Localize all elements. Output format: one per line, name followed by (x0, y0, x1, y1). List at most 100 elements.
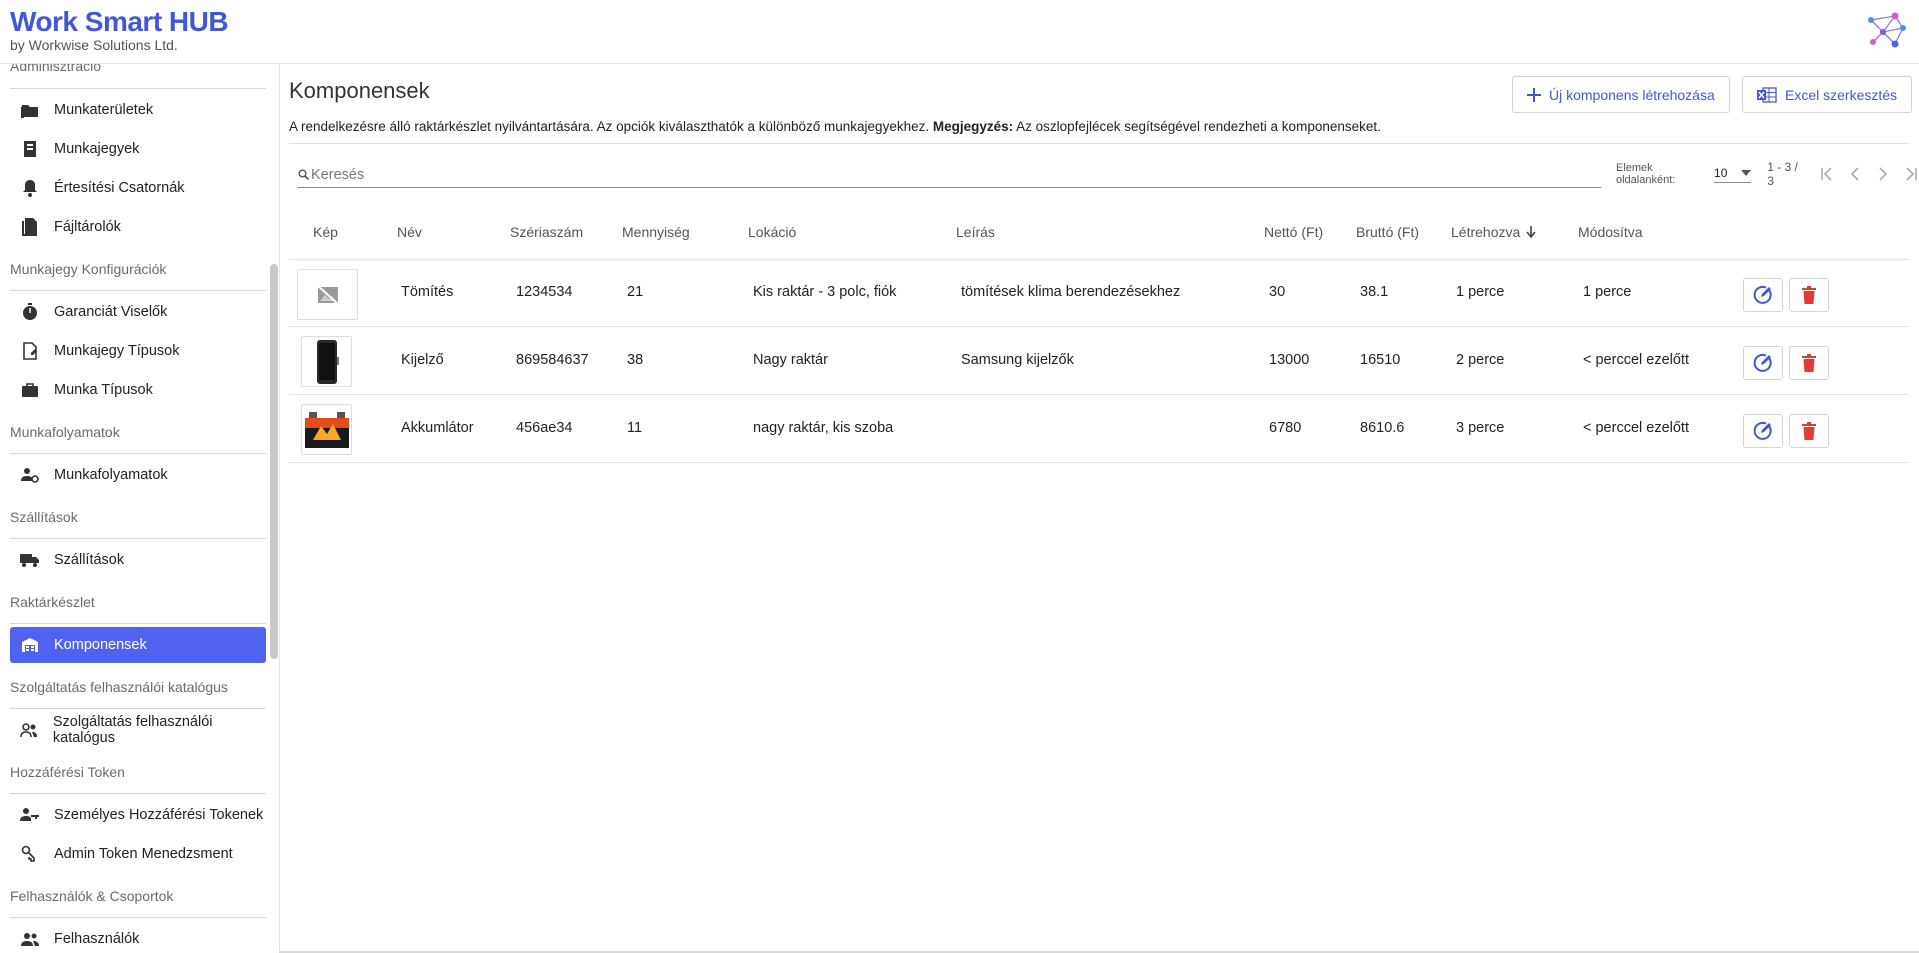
sidebar-scrollbar[interactable] (270, 264, 278, 659)
column-header-created[interactable]: Létrehozva (1451, 224, 1536, 240)
sidebar-divider (10, 538, 266, 539)
cell-created: 3 perce (1456, 420, 1505, 436)
delete-button[interactable] (1789, 278, 1829, 312)
users-icon (20, 720, 39, 740)
new-component-button[interactable]: Új komponens létrehozása (1512, 76, 1730, 113)
column-header-location[interactable]: Lokáció (748, 224, 796, 240)
column-header-serial[interactable]: Szériaszám (510, 224, 583, 240)
sidebar-item-label: Munkajegy Típusok (54, 343, 180, 359)
sidebar-section-hozzaferesi-token: Hozzáférési Token (10, 764, 125, 780)
sidebar-item-munka-tipusok[interactable]: Munka Típusok (10, 372, 266, 408)
edit-icon (1753, 285, 1773, 305)
sidebar-item-ertesitesi-csatornak[interactable]: Értesítési Csatornák (10, 170, 266, 206)
cell-gross: 38.1 (1360, 284, 1389, 300)
column-header-modified[interactable]: Módosítva (1578, 224, 1643, 240)
column-header-created-label: Létrehozva (1451, 224, 1521, 240)
sidebar-item-szallitasok[interactable]: Szállítások (10, 542, 266, 578)
sidebar-item-munkateruletek[interactable]: Munkaterületek (10, 92, 266, 128)
column-header-net[interactable]: Nettó (Ft) (1264, 224, 1323, 240)
delete-button[interactable] (1789, 414, 1829, 448)
column-header-image[interactable]: Kép (313, 224, 338, 240)
battery-thumbnail (301, 404, 352, 455)
sidebar-divider (10, 793, 266, 794)
sidebar-border (279, 64, 280, 953)
edit-icon (1753, 353, 1773, 373)
cell-description: tömítések klima berendezésekhez (961, 284, 1181, 300)
sidebar-item-label: Értesítési Csatornák (54, 180, 185, 196)
cell-created: 1 perce (1456, 284, 1505, 300)
per-page-select[interactable]: 10 (1714, 166, 1752, 183)
column-header-description[interactable]: Leírás (956, 224, 995, 240)
cell-name: Tömítés (401, 284, 454, 300)
cell-name: Akkumlátor (401, 420, 474, 436)
per-page-label: Elemek oldalanként: (1616, 162, 1676, 186)
search-bar[interactable] (298, 162, 1601, 188)
sidebar-section-admin: Adminisztráció (10, 64, 102, 74)
cell-quantity: 38 (627, 352, 644, 368)
sidebar-item-munkafolyamatok[interactable]: Munkafolyamatok (10, 457, 266, 493)
cell-modified: < perccel ezelőtt (1583, 420, 1689, 436)
sidebar-item-fajltarolok[interactable]: Fájltárolók (10, 209, 266, 245)
excel-icon (1757, 86, 1777, 103)
cell-net: 13000 (1269, 352, 1310, 368)
sidebar-item-szemelyes-tokenek[interactable]: Személyes Hozzáférési Tokenek (10, 797, 266, 833)
table-row[interactable]: Akkumlátor 456ae34 11 nagy raktár, kis s… (289, 396, 1909, 463)
first-page-icon[interactable] (1819, 166, 1835, 182)
sidebar-item-garanciat-viselok[interactable]: Garanciát Viselők (10, 294, 266, 330)
sidebar-item-felhasznalok[interactable]: Felhasználók (10, 921, 266, 953)
column-header-name[interactable]: Név (397, 224, 422, 240)
edit-button[interactable] (1743, 414, 1783, 448)
cell-serial: 869584637 (516, 352, 589, 368)
sidebar: Adminisztráció Munkaterületek Munkajegye… (0, 64, 278, 953)
search-icon (298, 169, 309, 180)
sidebar-item-munkajegy-tipusok[interactable]: Munkajegy Típusok (10, 333, 266, 369)
cell-net: 30 (1269, 284, 1286, 300)
network-logo-icon[interactable] (1865, 10, 1909, 50)
cell-quantity: 21 (627, 284, 644, 300)
sidebar-item-label: Felhasználók (54, 931, 140, 947)
cell-location: Nagy raktár (753, 352, 828, 368)
sidebar-item-szolgaltatas-katalogus[interactable]: Szolgáltatás felhasználói katalógus (10, 712, 266, 748)
edit-button[interactable] (1743, 278, 1783, 312)
sidebar-item-label: Munkafolyamatok (54, 467, 168, 483)
brand-title[interactable]: Work Smart HUB (10, 6, 229, 38)
sidebar-item-label: Munkajegyek (54, 141, 140, 157)
excel-edit-button[interactable]: Excel szerkesztés (1742, 76, 1913, 113)
sidebar-item-label: Szállítások (54, 552, 125, 568)
cell-net: 6780 (1269, 420, 1302, 436)
search-input[interactable] (311, 166, 1591, 183)
previous-page-icon[interactable] (1847, 166, 1863, 182)
sidebar-item-munkajegyek[interactable]: Munkajegyek (10, 131, 266, 167)
cell-modified: 1 perce (1583, 284, 1632, 300)
table-row[interactable]: Kijelző 869584637 38 Nagy raktár Samsung… (289, 328, 1909, 395)
sidebar-divider (10, 453, 266, 454)
column-header-quantity[interactable]: Mennyiség (622, 224, 690, 240)
sidebar-divider (10, 708, 266, 709)
description-text: A rendelkezésre álló raktárkészlet nyilv… (289, 119, 930, 134)
cell-name: Kijelző (401, 352, 444, 368)
sidebar-divider (10, 88, 266, 89)
last-page-icon[interactable] (1903, 166, 1919, 182)
edit-icon (1753, 421, 1773, 441)
sidebar-item-label: Személyes Hozzáférési Tokenek (54, 807, 264, 823)
page-range: 1 - 3 / 3 (1767, 160, 1798, 188)
excel-edit-label: Excel szerkesztés (1785, 86, 1898, 103)
column-header-gross[interactable]: Bruttó (Ft) (1356, 224, 1419, 240)
warehouse-icon (20, 635, 40, 655)
delete-button[interactable] (1789, 346, 1829, 380)
sidebar-section-szolgaltatas-katalogus: Szolgáltatás felhasználói katalógus (10, 679, 228, 695)
edit-button[interactable] (1743, 346, 1783, 380)
sidebar-item-admin-token-menedzsment[interactable]: Admin Token Menedzsment (10, 836, 266, 872)
sidebar-section-munkajegy-konfiguraciok: Munkajegy Konfigurációk (10, 261, 167, 277)
sidebar-item-label: Komponensek (54, 637, 147, 653)
document-edit-icon (20, 341, 40, 361)
bell-icon (20, 178, 40, 198)
sort-arrow-down-icon (1526, 226, 1536, 238)
sidebar-item-label: Fájltárolók (54, 219, 121, 235)
sidebar-item-label: Munkaterületek (54, 102, 154, 118)
plus-icon (1527, 87, 1541, 102)
sidebar-item-komponensek[interactable]: Komponensek (10, 627, 266, 663)
stopwatch-icon (20, 302, 40, 322)
table-row[interactable]: Tömítés 1234534 21 Kis raktár - 3 polc, … (289, 260, 1909, 327)
next-page-icon[interactable] (1875, 166, 1891, 182)
